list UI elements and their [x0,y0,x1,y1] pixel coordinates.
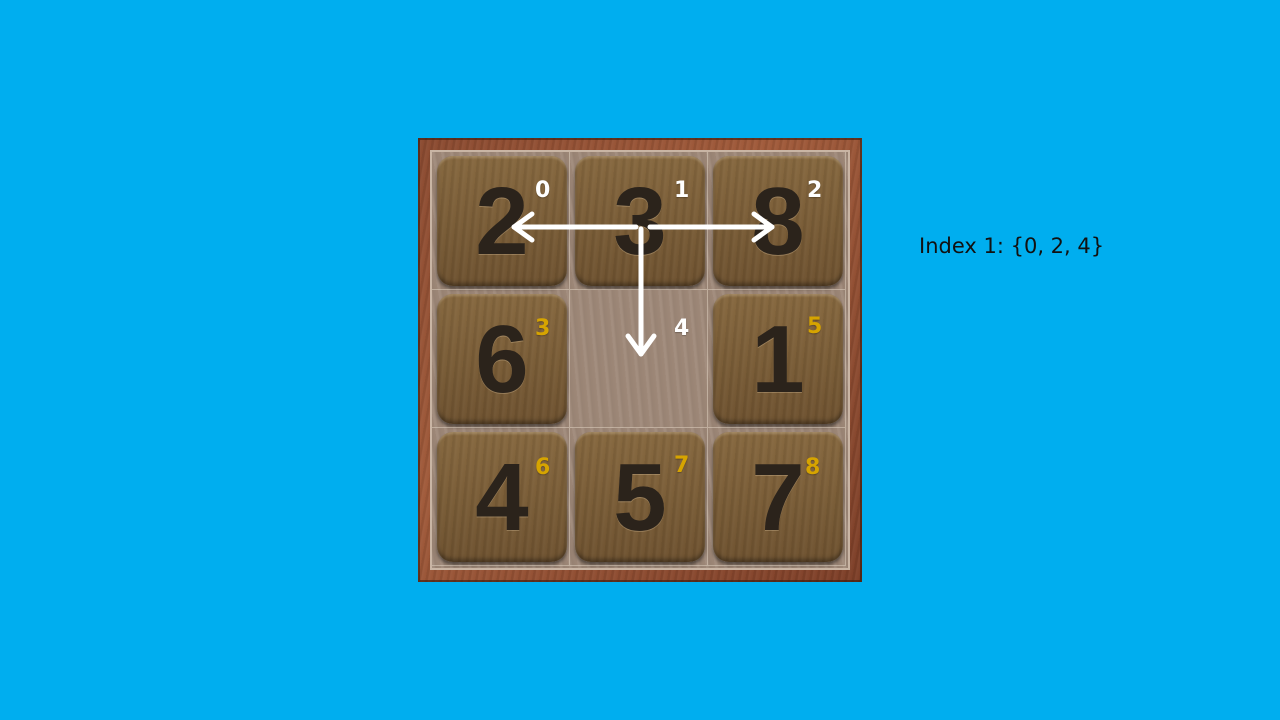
board-cell-8: 7 [708,428,846,566]
tile-number: 8 [751,168,805,275]
board-cell-1: 3 [570,152,708,290]
board-cell-6: 4 [432,428,570,566]
index-label-8: 8 [805,455,821,480]
board-cell-5: 1 [708,290,846,428]
puzzle-tile[interactable]: 6 [437,294,567,424]
tile-number: 7 [751,444,805,551]
index-label-4: 4 [674,316,690,341]
puzzle-tile[interactable]: 7 [713,432,843,562]
board-cell-3: 6 [432,290,570,428]
puzzle-tile[interactable]: 5 [575,432,705,562]
puzzle-tile[interactable]: 2 [437,156,567,286]
puzzle-tile[interactable]: 4 [437,432,567,562]
tile-number: 1 [751,306,805,413]
index-label-0: 0 [535,178,551,203]
index-label-7: 7 [674,453,690,478]
puzzle-board-frame: 2 3 8 6 1 4 5 7 [418,138,862,582]
board-cell-2: 8 [708,152,846,290]
index-label-5: 5 [807,314,823,339]
neighbor-info-text: Index 1: {0, 2, 4} [919,234,1105,258]
empty-slot [570,290,708,428]
board-cell-7: 5 [570,428,708,566]
puzzle-tile[interactable]: 3 [575,156,705,286]
index-label-3: 3 [535,316,551,341]
index-label-2: 2 [807,178,823,203]
puzzle-tile[interactable]: 8 [713,156,843,286]
puzzle-tile[interactable]: 1 [713,294,843,424]
board-cell-0: 2 [432,152,570,290]
board-cell-4 [570,290,708,428]
puzzle-board: 2 3 8 6 1 4 5 7 [430,150,850,570]
index-label-1: 1 [674,178,690,203]
index-label-6: 6 [535,455,551,480]
